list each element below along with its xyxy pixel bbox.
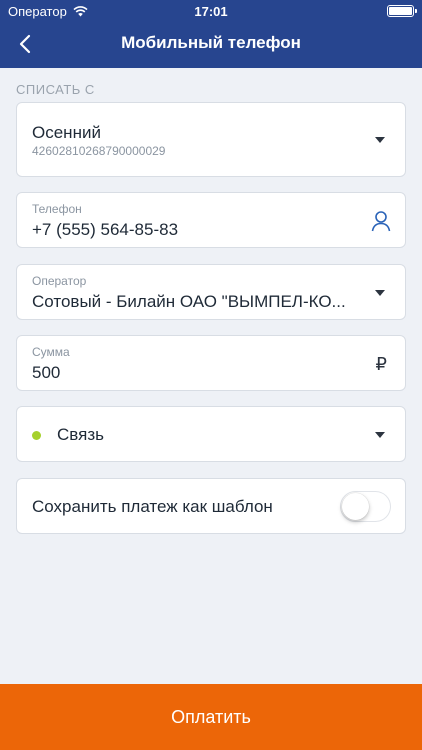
save-template-toggle[interactable] [340,491,391,522]
save-template-row: Сохранить платеж как шаблон [16,478,406,534]
app-header: Оператор 17:01 Мобильный телефон [0,0,422,68]
save-template-label: Сохранить платеж как шаблон [32,497,273,516]
ruble-icon: ₽ [375,354,387,374]
amount-label: Сумма [32,345,70,359]
source-account-select[interactable]: Осенний 42602810268790000029 [16,102,406,177]
phone-label: Телефон [32,202,82,216]
operator-label: Оператор [32,274,87,288]
status-time: 17:01 [194,4,228,19]
dropdown-arrow-icon [375,137,385,143]
toggle-knob [342,493,369,520]
category-dot-icon [32,431,41,440]
amount-value: 500 [32,363,61,382]
amount-field[interactable]: Сумма 500 ₽ [16,335,406,391]
account-name: Осенний [32,123,101,142]
pay-button-label: Оплатить [171,706,251,727]
account-number: 42602810268790000029 [32,144,166,158]
operator-value: Сотовый - Билайн ОАО "ВЫМПЕЛ-КО... [32,292,346,311]
status-bar: Оператор 17:01 [0,0,422,22]
phone-field[interactable]: Телефон +7 (555) 564-85-83 [16,192,406,248]
dropdown-arrow-icon [375,290,385,296]
page-title: Мобильный телефон [121,33,301,52]
section-label-source: СПИСАТЬ С [16,82,95,97]
dropdown-arrow-icon [375,432,385,438]
contact-person-icon[interactable] [371,210,391,232]
phone-value: +7 (555) 564-85-83 [32,220,179,239]
battery-icon [387,5,417,17]
pay-button[interactable]: Оплатить [0,684,422,750]
category-select[interactable]: Связь [16,406,406,462]
operator-select[interactable]: Оператор Сотовый - Билайн ОАО "ВЫМПЕЛ-КО… [16,264,406,320]
category-value: Связь [57,425,104,444]
